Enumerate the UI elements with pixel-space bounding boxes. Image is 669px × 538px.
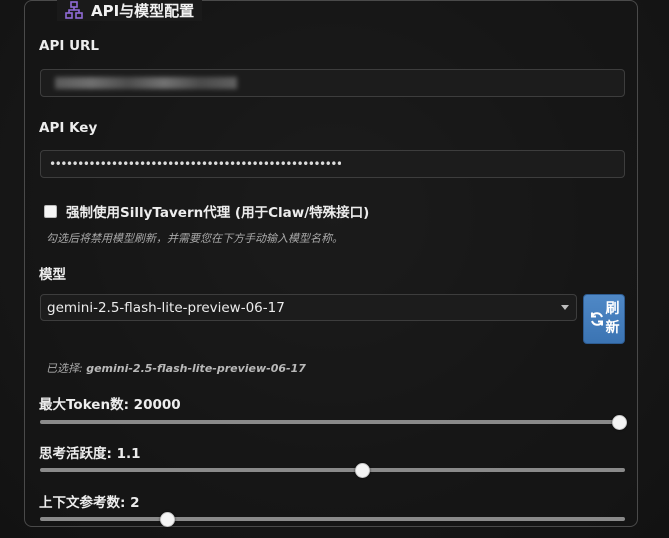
context-slider-thumb[interactable] [160,511,176,527]
temperature-slider-thumb[interactable] [354,462,370,478]
refresh-models-button[interactable]: 刷 新 [583,294,625,344]
api-url-input[interactable] [40,69,625,97]
temperature-label: 思考活跃度: 1.1 [39,446,141,462]
chevron-down-icon [561,305,569,310]
model-label: 模型 [39,267,66,283]
section-header: API与模型配置 [57,0,203,21]
refresh-icon [590,312,603,326]
temperature-slider[interactable] [40,462,625,478]
max-tokens-label: 最大Token数: 20000 [39,397,181,413]
proxy-checkbox-label: 强制使用SillyTavern代理 (用于Claw/特殊接口) [66,205,370,221]
max-tokens-slider-thumb[interactable] [612,414,627,430]
model-select[interactable]: gemini-2.5-flash-lite-preview-06-17 [40,294,577,321]
selected-model-note: 已选择: gemini-2.5-flash-lite-preview-06-17 [46,360,306,376]
selected-note-prefix: 已选择: [46,362,87,375]
proxy-checkbox[interactable] [44,204,57,218]
selected-note-value: gemini-2.5-flash-lite-preview-06-17 [86,362,306,375]
api-key-input[interactable]: ••••••••••••••••••••••••••••••••••••••••… [40,150,625,178]
proxy-option[interactable]: 强制使用SillyTavern代理 (用于Claw/特殊接口) [44,201,369,221]
context-label: 上下文参考数: 2 [39,495,140,511]
api-key-label: API Key [39,120,98,136]
api-key-masked-value: ••••••••••••••••••••••••••••••••••••••••… [49,157,342,171]
section-title: API与模型配置 [91,1,195,20]
api-url-label: API URL [39,38,100,54]
api-url-value-redacted [55,77,237,89]
refresh-label-2: 新 [605,320,620,336]
background: API与模型配置 API URL API Key •••••••••••••••… [0,0,669,538]
proxy-hint: 勾选后将禁用模型刷新，并需要您在下方手动输入模型名称。 [46,232,343,245]
refresh-label-1: 刷 [605,301,620,317]
max-tokens-slider[interactable] [40,414,627,430]
model-select-value: gemini-2.5-flash-lite-preview-06-17 [47,299,285,316]
network-icon [65,1,83,19]
context-slider[interactable] [40,511,625,527]
